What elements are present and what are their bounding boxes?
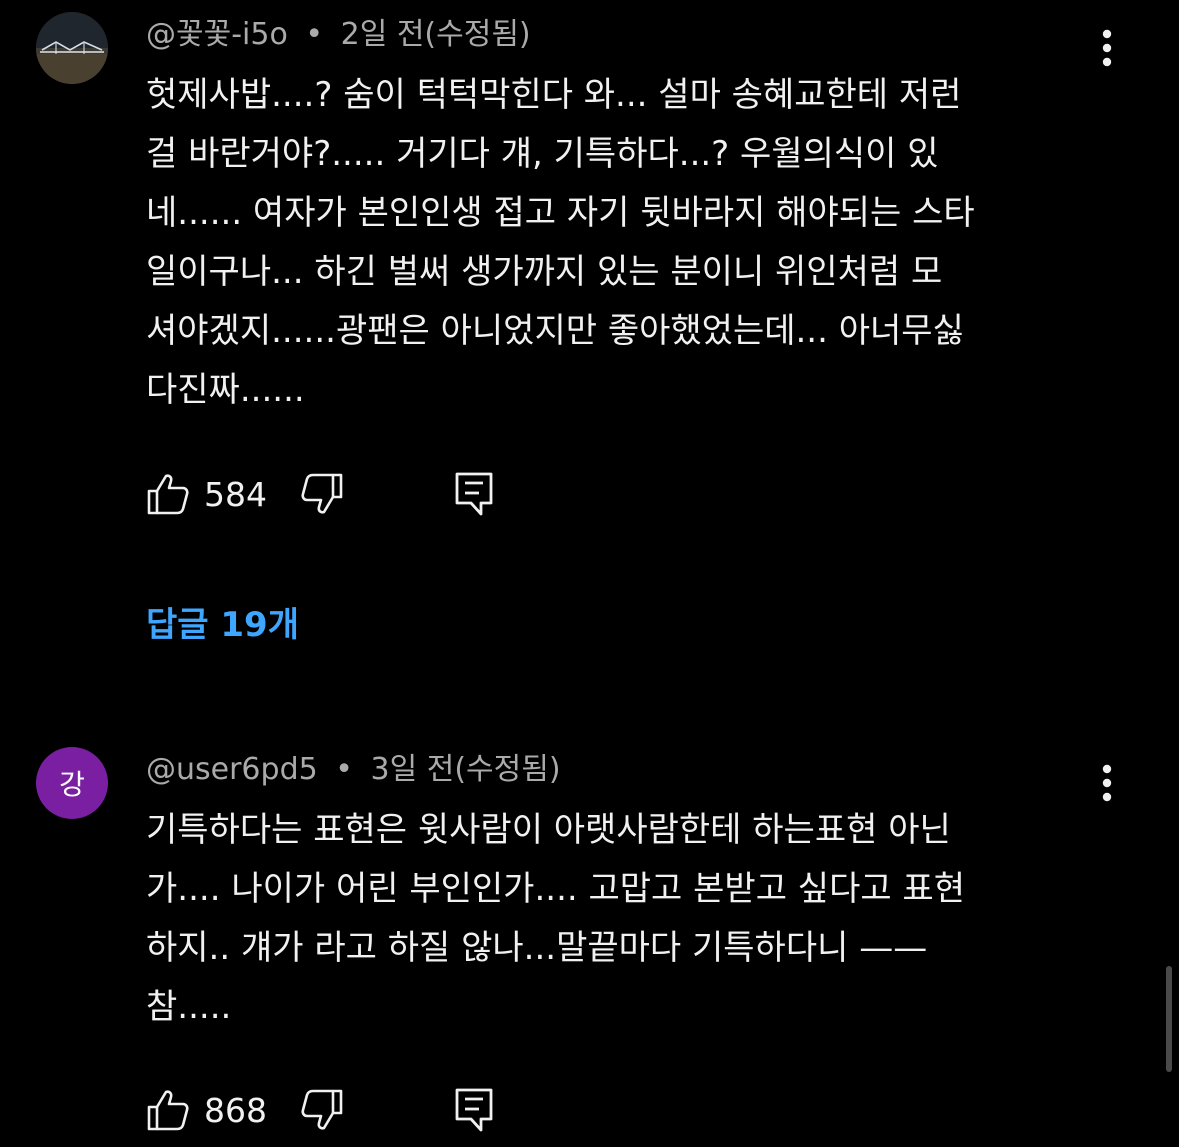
reply-comment-icon (455, 472, 493, 516)
scrollbar[interactable] (1166, 966, 1172, 1072)
thumbs-down-icon (301, 473, 343, 514)
avatar-letter: 강 (59, 768, 85, 801)
reply-button[interactable] (454, 1084, 494, 1136)
author-name[interactable]: @user6pd5 (146, 752, 318, 787)
reply-button[interactable] (454, 468, 494, 520)
like-count: 868 (204, 1090, 267, 1130)
comment-time: 3일 전(수정됨) (370, 752, 561, 787)
comment-text-line: 헛제사밥....? 숨이 턱턱막힌다 와... 설마 송혜교한테 저런 (146, 75, 962, 115)
like-button[interactable] (146, 1084, 190, 1136)
comment-text-line: 가.... 나이가 어린 부인인가.... 고맙고 본받고 싶다고 표현 (146, 869, 965, 909)
comment-text: 헛제사밥....? 숨이 턱턱막힌다 와... 설마 송혜교한테 저런 걸 바란… (146, 66, 1106, 420)
comment-text-line: 다진짜...... (146, 370, 305, 410)
avatar-photo-icon (36, 12, 108, 84)
avatar[interactable] (36, 12, 108, 84)
more-vertical-icon (1102, 764, 1112, 802)
reply-comment-icon (455, 1088, 493, 1132)
comment-actions: 868 (146, 1084, 494, 1136)
comment-text-line: 기특하다는 표현은 윗사람이 아랫사람한테 하는표현 아닌 (146, 810, 951, 850)
comment-time: 2일 전(수정됨) (340, 17, 531, 52)
thumbs-down-icon (301, 1089, 343, 1130)
comment-text: 기특하다는 표현은 윗사람이 아랫사람한테 하는표현 아닌 가.... 나이가 … (146, 801, 1106, 1037)
more-vertical-icon (1102, 29, 1112, 67)
avatar[interactable]: 강 (36, 747, 108, 819)
comment-text-line: 걸 바란거야?..... 거기다 걔, 기특하다...? 우월의식이 있 (146, 134, 939, 174)
meta-separator: • (305, 17, 324, 52)
comment-text-line: 하지.. 걔가 라고 하질 않나...말끝마다 기특하다니 —— (146, 928, 928, 968)
like-count: 584 (204, 474, 267, 514)
comment-meta: @꽃꽃-i5o • 2일 전(수정됨) (146, 15, 531, 55)
author-name[interactable]: @꽃꽃-i5o (146, 17, 288, 52)
meta-separator: • (335, 752, 353, 787)
dislike-button[interactable] (300, 1084, 344, 1136)
comment-text-line: 셔야겠지......광팬은 아니었지만 좋아했었는데... 아너무싫 (146, 311, 964, 351)
thumbs-up-icon (147, 474, 189, 515)
dislike-button[interactable] (300, 468, 344, 520)
comment-meta: @user6pd5 • 3일 전(수정됨) (146, 750, 561, 790)
like-button[interactable] (146, 468, 190, 520)
comment-text-line: 일이구나... 하긴 벌써 생가까지 있는 분이니 위인처럼 모 (146, 252, 943, 292)
comment-actions: 584 (146, 468, 494, 520)
comment-text-line: 참..... (146, 987, 232, 1027)
view-replies-link[interactable]: 답글 19개 (146, 600, 299, 650)
thumbs-up-icon (147, 1090, 189, 1131)
comment-text-line: 네...... 여자가 본인인생 접고 자기 뒷바라지 해야되는 스타 (146, 193, 975, 233)
